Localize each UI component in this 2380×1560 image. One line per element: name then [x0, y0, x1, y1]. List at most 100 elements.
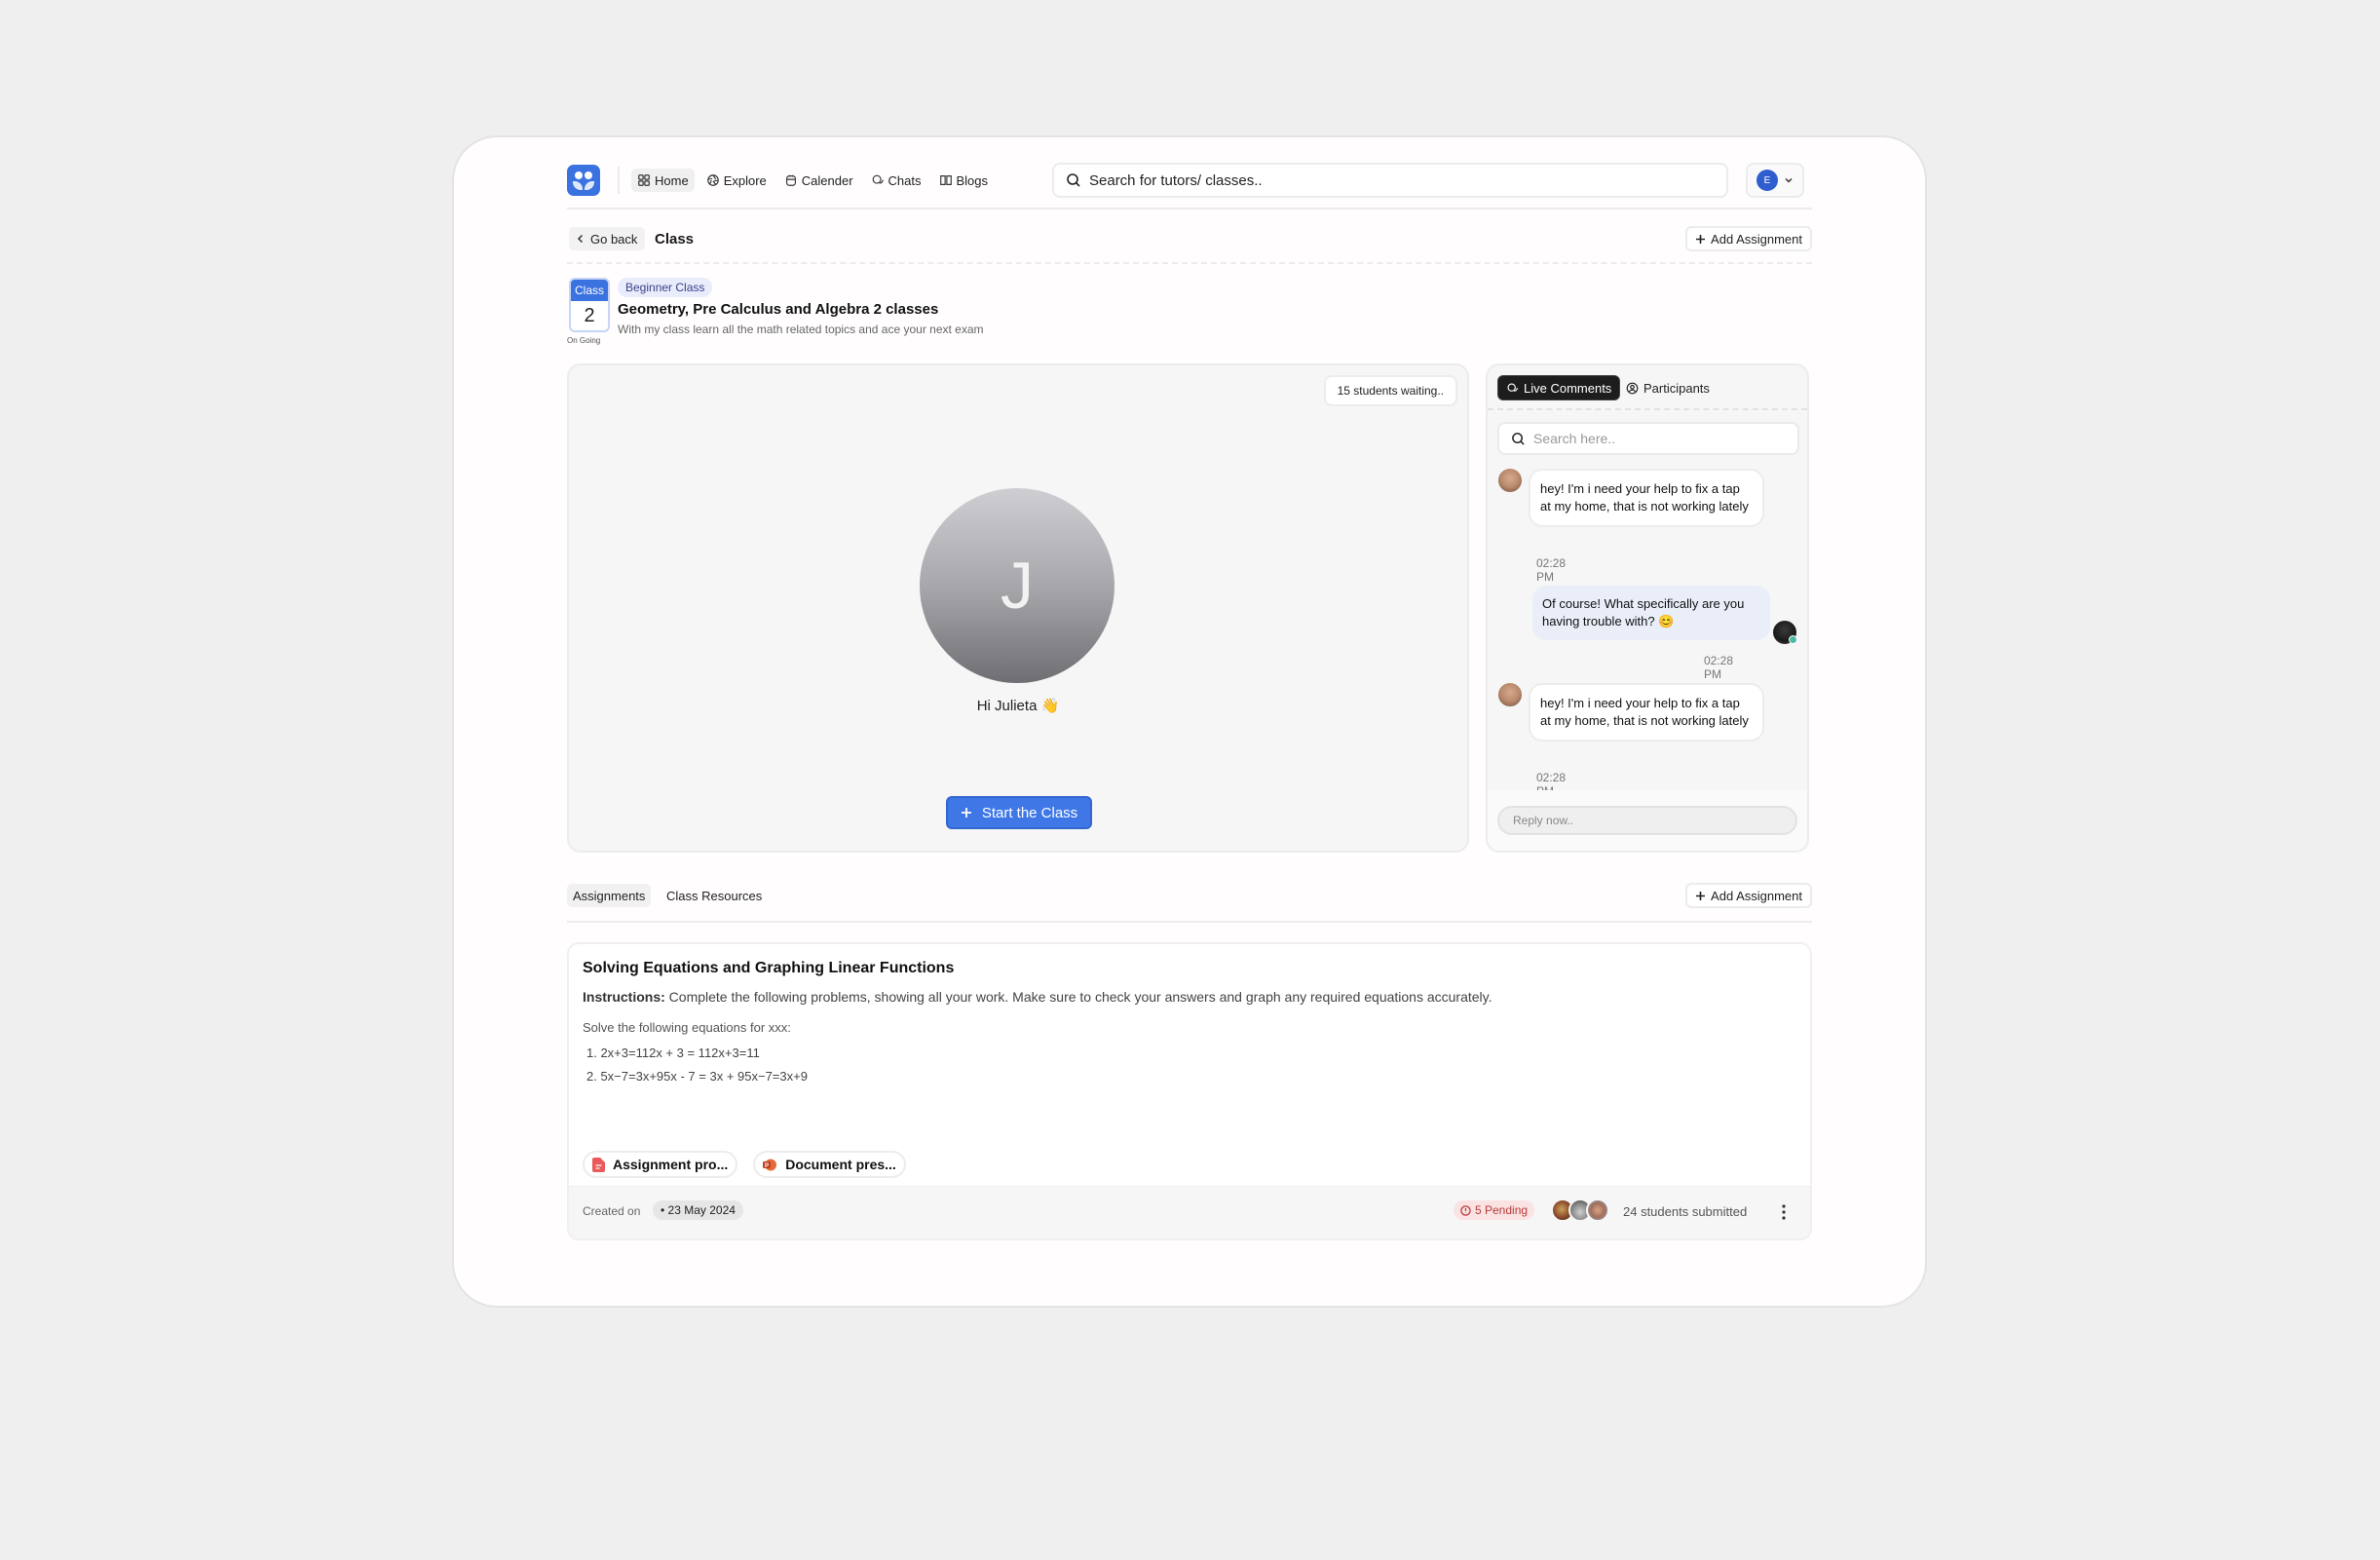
- problem-item: 2. 5x−7=3x+95x - 7 = 3x + 95x−7=3x+9: [586, 1069, 808, 1084]
- grid-icon: [638, 174, 650, 186]
- instructions-label: Instructions:: [583, 989, 665, 1005]
- calendar-number: 2: [584, 305, 595, 326]
- app-logo[interactable]: [567, 165, 600, 196]
- divider: [618, 167, 620, 194]
- svg-text:P: P: [765, 1163, 769, 1169]
- chat-search-placeholder: Search here..: [1533, 431, 1616, 446]
- attachment-chip[interactable]: Assignment pro...: [583, 1151, 738, 1178]
- page-header: Go back Class Add Assignment: [567, 221, 1812, 264]
- plus-icon: [961, 808, 971, 818]
- submitted-count: 24 students submitted: [1623, 1204, 1748, 1219]
- nav-item-label: Blogs: [956, 172, 989, 188]
- chevron-down-icon: [1785, 177, 1793, 183]
- attachment-label: Assignment pro...: [613, 1157, 729, 1172]
- nav-item-home[interactable]: Home: [631, 169, 695, 192]
- user-menu-button[interactable]: E: [1746, 163, 1804, 198]
- created-label: Created on: [583, 1204, 641, 1218]
- calendar-label: Class: [571, 280, 608, 301]
- chat-footer: Reply now..: [1488, 790, 1807, 851]
- add-assignment-label: Add Assignment: [1711, 888, 1802, 903]
- chat-bubbles-icon: [1507, 382, 1518, 392]
- start-class-label: Start the Class: [981, 804, 1078, 821]
- class-title: Geometry, Pre Calculus and Algebra 2 cla…: [618, 301, 939, 318]
- nav-item-label: Calender: [801, 172, 853, 188]
- top-nav: Home Explore Calender Chats Blogs Search…: [567, 161, 1812, 209]
- created-date: • 23 May 2024: [653, 1200, 743, 1220]
- chat-bubbles-icon: [872, 174, 884, 184]
- message-bubble: hey! I'm i need your help to fix a tap a…: [1529, 683, 1764, 742]
- page-title: Class: [655, 231, 695, 247]
- assignment-card: Solving Equations and Graphing Linear Fu…: [567, 942, 1812, 1240]
- add-assignment-button[interactable]: Add Assignment: [1685, 226, 1812, 251]
- class-description: With my class learn all the math related…: [618, 323, 984, 336]
- add-assignment-button[interactable]: Add Assignment: [1685, 883, 1812, 908]
- go-back-label: Go back: [590, 231, 638, 247]
- message-bubble: Of course! What specifically are you hav…: [1532, 586, 1770, 640]
- nav-item-blogs[interactable]: Blogs: [933, 169, 995, 192]
- message-bubble: hey! I'm i need your help to fix a tap a…: [1529, 469, 1764, 527]
- aperture-icon: [706, 174, 719, 186]
- class-status: On Going: [567, 336, 601, 345]
- sender-avatar: [1498, 469, 1522, 492]
- attachment-chip[interactable]: P Document pres...: [753, 1151, 906, 1178]
- attachment-label: Document pres...: [785, 1157, 896, 1172]
- book-open-icon: [939, 175, 952, 185]
- level-badge: Beginner Class: [618, 278, 713, 297]
- user-circle-icon: [1626, 382, 1639, 394]
- assignment-footer: Created on • 23 May 2024 5 Pending 24 st…: [569, 1186, 1810, 1238]
- tab-label: Live Comments: [1524, 380, 1612, 396]
- plus-icon: [1696, 891, 1706, 900]
- app-window: Home Explore Calender Chats Blogs Search…: [452, 135, 1927, 1308]
- search-icon: [1067, 173, 1080, 187]
- class-info: Class 2 On Going Beginner Class Geometry…: [567, 276, 1444, 354]
- message-time: 02:28 PM: [1704, 654, 1734, 681]
- assignment-instructions: Instructions: Complete the following pro…: [583, 989, 1492, 1005]
- avatar: [1586, 1199, 1609, 1222]
- search-placeholder: Search for tutors/ classes..: [1089, 171, 1263, 189]
- plus-icon: [1696, 234, 1706, 244]
- problem-item: 1. 2x+3=112x + 3 = 112x+3=11: [586, 1046, 760, 1060]
- avatar: E: [1757, 170, 1778, 191]
- reply-input[interactable]: Reply now..: [1497, 806, 1797, 835]
- global-search-input[interactable]: Search for tutors/ classes..: [1052, 163, 1728, 198]
- sender-avatar: [1498, 683, 1522, 706]
- alert-circle-icon: [1460, 1204, 1471, 1216]
- assignment-title: Solving Equations and Graphing Linear Fu…: [583, 960, 955, 976]
- nav-menu: Home Explore Calender Chats Blogs: [631, 169, 994, 192]
- student-avatar-stack: [1551, 1199, 1609, 1222]
- nav-item-explore[interactable]: Explore: [700, 169, 773, 192]
- online-status-dot: [1789, 635, 1797, 644]
- add-assignment-label: Add Assignment: [1711, 231, 1802, 247]
- greeting-text: Hi Julieta 👋: [976, 698, 1060, 714]
- tab-live-comments[interactable]: Live Comments: [1497, 375, 1621, 400]
- more-options-icon[interactable]: [1779, 1202, 1789, 1222]
- nav-item-label: Chats: [888, 172, 922, 188]
- nav-item-label: Explore: [723, 172, 767, 188]
- tab-participants[interactable]: Participants: [1618, 375, 1718, 400]
- start-class-button[interactable]: Start the Class: [946, 796, 1092, 829]
- tab-label: Participants: [1643, 380, 1710, 396]
- powerpoint-icon: P: [763, 1159, 777, 1170]
- instructions-text: Complete the following problems, showing…: [664, 989, 1492, 1005]
- attachments: Assignment pro... P Document pres...: [583, 1151, 906, 1178]
- nav-item-calender[interactable]: Calender: [778, 169, 859, 192]
- pending-label: 5 Pending: [1475, 1203, 1529, 1217]
- pdf-file-icon: [592, 1157, 605, 1172]
- chat-panel: Live Comments Participants Search here..…: [1486, 363, 1809, 853]
- chat-search-input[interactable]: Search here..: [1497, 422, 1799, 455]
- problem-list: 1. 2x+3=112x + 3 = 112x+3=11 2. 5x−7=3x+…: [586, 1042, 808, 1088]
- nav-item-chats[interactable]: Chats: [865, 169, 927, 192]
- created-date-value: 23 May 2024: [667, 1203, 736, 1217]
- tab-class-resources[interactable]: Class Resources: [661, 884, 768, 907]
- go-back-button[interactable]: Go back: [569, 227, 646, 250]
- pending-badge: 5 Pending: [1454, 1200, 1535, 1220]
- students-waiting-badge[interactable]: 15 students waiting..: [1323, 375, 1457, 406]
- host-avatar: J: [920, 488, 1114, 683]
- assignment-lead: Solve the following equations for xxx:: [583, 1020, 791, 1035]
- class-calendar-badge: Class 2: [569, 278, 610, 332]
- content-tabs: Assignments Class Resources Add Assignme…: [567, 878, 1812, 923]
- search-icon: [1512, 432, 1525, 445]
- video-panel: 15 students waiting.. J Hi Julieta 👋 Sta…: [567, 363, 1469, 853]
- tab-assignments[interactable]: Assignments: [567, 884, 652, 907]
- chat-tabs: Live Comments Participants: [1488, 365, 1807, 410]
